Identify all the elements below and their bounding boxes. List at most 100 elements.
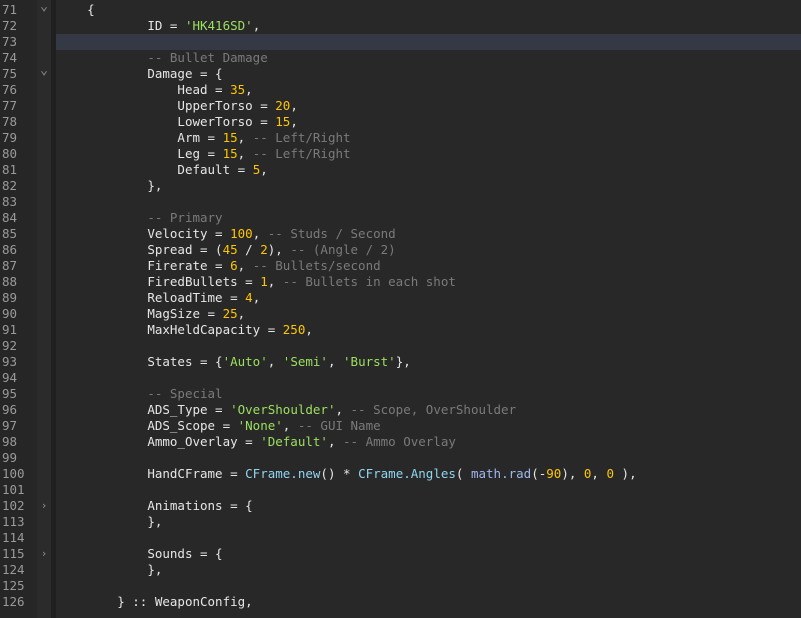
line-number: 102	[2, 498, 25, 513]
code-text: ADS_Type = 'OverShoulder', -- Scope, Ove…	[57, 402, 516, 418]
code-token: math.rad	[470, 466, 532, 481]
code-text: Velocity = 100, -- Studs / Second	[57, 226, 396, 242]
code-token: ,	[252, 18, 261, 33]
code-token: ,	[290, 98, 298, 113]
code-line[interactable]: 73	[0, 34, 801, 50]
code-text: {	[57, 2, 95, 18]
code-token: Ammo_Overlay =	[147, 434, 261, 449]
line-number: 76	[2, 82, 18, 97]
code-text: States = {'Auto', 'Semi', 'Burst'},	[57, 354, 410, 370]
code-token: ,	[267, 354, 283, 369]
code-line[interactable]: 93 States = {'Auto', 'Semi', 'Burst'},	[0, 354, 801, 370]
code-line[interactable]: 82 },	[0, 178, 801, 194]
code-token: -- Studs / Second	[267, 226, 396, 241]
code-line[interactable]: 81 Default = 5,	[0, 162, 801, 178]
code-token: -- Special	[147, 386, 223, 401]
line-number: 125	[2, 578, 25, 593]
code-token: Leg =	[177, 146, 223, 161]
code-line[interactable]: 92	[0, 338, 801, 354]
line-number: 94	[2, 370, 18, 385]
code-token: ,	[237, 146, 253, 161]
code-token: } :: WeaponConfig,	[117, 594, 253, 609]
code-token: ,	[252, 290, 261, 305]
code-line[interactable]: 96 ADS_Type = 'OverShoulder', -- Scope, …	[0, 402, 801, 418]
code-line[interactable]: 71 ⌄ {	[0, 0, 801, 18]
code-line[interactable]: 83	[0, 194, 801, 210]
line-number: 78	[2, 114, 18, 129]
code-line[interactable]: 72 ID = 'HK416SD',	[0, 18, 801, 34]
code-token: -- Scope, OverShoulder	[350, 402, 517, 417]
code-text: Arm = 15, -- Left/Right	[57, 130, 350, 146]
line-number: 91	[2, 322, 18, 337]
code-line[interactable]: 77 UpperTorso = 20,	[0, 98, 801, 114]
code-line[interactable]: 84 -- Primary	[0, 210, 801, 226]
line-number: 85	[2, 226, 18, 241]
code-line[interactable]: 126 } :: WeaponConfig,	[0, 594, 801, 610]
code-line[interactable]: 74 -- Bullet Damage	[0, 50, 801, 66]
code-token: 100	[230, 226, 253, 241]
code-token: Arm =	[177, 130, 223, 145]
code-text: FiredBullets = 1, -- Bullets in each sho…	[57, 274, 456, 290]
code-text: -- Primary	[57, 210, 222, 226]
chevron-down-icon[interactable]: ⌄	[36, 0, 52, 15]
code-token: ,	[237, 258, 253, 273]
code-token: ,	[335, 402, 351, 417]
code-token: Damage = {	[147, 66, 223, 81]
code-token: LowerTorso =	[177, 114, 276, 129]
code-line[interactable]: 100 HandCFrame = CFrame.new() * CFrame.A…	[0, 466, 801, 482]
code-token: ReloadTime =	[147, 290, 246, 305]
code-token: -- GUI Name	[297, 418, 381, 433]
code-line[interactable]: 115 › Sounds = {	[0, 546, 801, 562]
code-text: -- Bullet Damage	[57, 50, 268, 66]
code-line[interactable]: 89 ReloadTime = 4,	[0, 290, 801, 306]
chevron-right-icon[interactable]: ›	[36, 546, 52, 562]
code-line[interactable]: 76 Head = 35,	[0, 82, 801, 98]
code-token: ,	[237, 306, 246, 321]
line-number: 99	[2, 450, 18, 465]
code-line[interactable]: 102 › Animations = {	[0, 498, 801, 514]
line-number: 97	[2, 418, 18, 433]
code-line[interactable]: 79 Arm = 15, -- Left/Right	[0, 130, 801, 146]
code-line[interactable]: 94	[0, 370, 801, 386]
code-token: 0	[606, 466, 615, 481]
code-line[interactable]: 124 },	[0, 562, 801, 578]
code-text: Head = 35,	[57, 82, 253, 98]
code-text: -- Special	[57, 386, 223, 402]
code-token: },	[147, 562, 163, 577]
code-line[interactable]: 99	[0, 450, 801, 466]
line-number: 84	[2, 210, 18, 225]
code-line[interactable]: 87 Firerate = 6, -- Bullets/second	[0, 258, 801, 274]
line-number: 115	[2, 546, 25, 561]
chevron-right-icon[interactable]: ›	[36, 498, 52, 514]
code-token: 35	[230, 82, 246, 97]
code-token: CFrame.new	[245, 466, 321, 481]
code-line[interactable]: 90 MagSize = 25,	[0, 306, 801, 322]
code-editor[interactable]: 71 ⌄ {72 ID = 'HK416SD', 73 74 -- Bullet Da…	[0, 0, 801, 618]
code-token: ,	[267, 274, 283, 289]
code-line[interactable]: 95 -- Special	[0, 386, 801, 402]
code-line[interactable]: 98 Ammo_Overlay = 'Default', -- Ammo Ove…	[0, 434, 801, 450]
code-token: Firerate =	[147, 258, 231, 273]
line-number: 100	[2, 466, 25, 481]
code-text: Spread = (45 / 2), -- (Angle / 2)	[57, 242, 395, 258]
code-line[interactable]: 97 ADS_Scope = 'None', -- GUI Name	[0, 418, 801, 434]
code-token: 'HK416SD'	[184, 18, 253, 33]
code-token: ,	[245, 82, 253, 97]
line-number: 87	[2, 258, 18, 273]
code-line[interactable]: 88 FiredBullets = 1, -- Bullets in each …	[0, 274, 801, 290]
chevron-down-icon[interactable]: ⌄	[36, 63, 52, 79]
code-line[interactable]: 114	[0, 530, 801, 546]
code-token: HandCFrame =	[147, 466, 246, 481]
line-number: 83	[2, 194, 18, 209]
code-line[interactable]: 125	[0, 578, 801, 594]
code-line[interactable]: 91 MaxHeldCapacity = 250,	[0, 322, 801, 338]
code-line[interactable]: 78 LowerTorso = 15,	[0, 114, 801, 130]
code-line[interactable]: 75 ⌄ Damage = {	[0, 63, 801, 82]
code-line[interactable]: 101	[0, 482, 801, 498]
code-line[interactable]: 113 },	[0, 514, 801, 530]
code-line[interactable]: 86 Spread = (45 / 2), -- (Angle / 2)	[0, 242, 801, 258]
line-number: 77	[2, 98, 18, 113]
code-line[interactable]: 80 Leg = 15, -- Left/Right	[0, 146, 801, 162]
code-token: -- Bullet Damage	[147, 50, 268, 65]
code-line[interactable]: 85 Velocity = 100, -- Studs / Second	[0, 226, 801, 242]
